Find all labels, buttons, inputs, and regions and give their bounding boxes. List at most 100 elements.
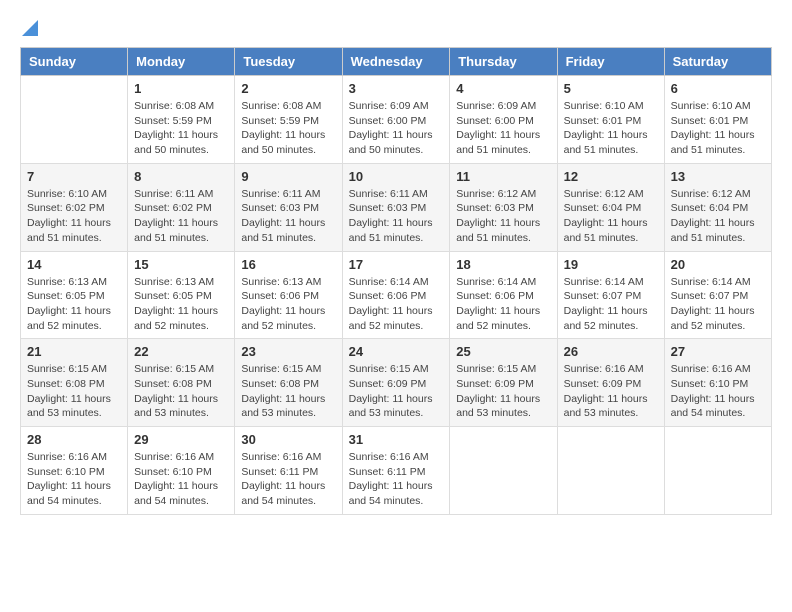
day-info: Sunrise: 6:11 AM Sunset: 6:03 PM Dayligh… [241,187,335,246]
calendar-day-header: Sunday [21,48,128,76]
day-number: 26 [564,344,658,359]
day-number: 29 [134,432,228,447]
day-number: 28 [27,432,121,447]
day-info: Sunrise: 6:16 AM Sunset: 6:11 PM Dayligh… [349,450,444,509]
day-info: Sunrise: 6:10 AM Sunset: 6:01 PM Dayligh… [564,99,658,158]
calendar-week-row: 1 Sunrise: 6:08 AM Sunset: 5:59 PM Daylig… [21,76,772,164]
day-info: Sunrise: 6:10 AM Sunset: 6:01 PM Dayligh… [671,99,765,158]
calendar-cell [664,427,771,515]
day-number: 17 [349,257,444,272]
calendar-cell: 3 Sunrise: 6:09 AM Sunset: 6:00 PM Daylig… [342,76,450,164]
calendar-cell: 9Sunrise: 6:11 AM Sunset: 6:03 PM Daylig… [235,163,342,251]
day-number: 19 [564,257,658,272]
day-number: 27 [671,344,765,359]
calendar-cell: 29 Sunrise: 6:16 AM Sunset: 6:10 PM Dayli… [128,427,235,515]
day-info: Sunrise: 6:08 AM Sunset: 5:59 PM Dayligh… [241,99,335,158]
calendar-day-header: Wednesday [342,48,450,76]
day-info: Sunrise: 6:16 AM Sunset: 6:09 PM Dayligh… [564,362,658,421]
day-number: 6 [671,81,765,96]
day-number: 25 [456,344,550,359]
day-number: 18 [456,257,550,272]
calendar-week-row: 28 Sunrise: 6:16 AM Sunset: 6:10 PM Dayli… [21,427,772,515]
calendar-cell: 23 Sunrise: 6:15 AM Sunset: 6:08 PM Dayli… [235,339,342,427]
day-number: 1 [134,81,228,96]
calendar-day-header: Monday [128,48,235,76]
day-number: 10 [349,169,444,184]
calendar-day-header: Friday [557,48,664,76]
header [20,20,772,37]
calendar-day-header: Thursday [450,48,557,76]
calendar-cell: 22 Sunrise: 6:15 AM Sunset: 6:08 PM Dayli… [128,339,235,427]
calendar-cell: 14 Sunrise: 6:13 AM Sunset: 6:05 PM Dayli… [21,251,128,339]
day-info: Sunrise: 6:16 AM Sunset: 6:11 PM Dayligh… [241,450,335,509]
calendar-cell [557,427,664,515]
day-number: 15 [134,257,228,272]
day-number: 11 [456,169,550,184]
calendar-cell: 12Sunrise: 6:12 AM Sunset: 6:04 PM Dayli… [557,163,664,251]
calendar-cell: 11Sunrise: 6:12 AM Sunset: 6:03 PM Dayli… [450,163,557,251]
day-number: 8 [134,169,228,184]
day-info: Sunrise: 6:15 AM Sunset: 6:09 PM Dayligh… [456,362,550,421]
day-number: 7 [27,169,121,184]
calendar-cell: 19 Sunrise: 6:14 AM Sunset: 6:07 PM Dayli… [557,251,664,339]
calendar-cell: 8 Sunrise: 6:11 AM Sunset: 6:02 PM Daylig… [128,163,235,251]
calendar-day-header: Tuesday [235,48,342,76]
day-info: Sunrise: 6:09 AM Sunset: 6:00 PM Dayligh… [349,99,444,158]
calendar-cell: 24 Sunrise: 6:15 AM Sunset: 6:09 PM Dayli… [342,339,450,427]
day-number: 24 [349,344,444,359]
calendar-cell: 4 Sunrise: 6:09 AM Sunset: 6:00 PM Daylig… [450,76,557,164]
day-number: 4 [456,81,550,96]
calendar-cell: 18 Sunrise: 6:14 AM Sunset: 6:06 PM Dayli… [450,251,557,339]
day-number: 23 [241,344,335,359]
day-info: Sunrise: 6:11 AM Sunset: 6:02 PM Dayligh… [134,187,228,246]
calendar-cell: 6 Sunrise: 6:10 AM Sunset: 6:01 PM Daylig… [664,76,771,164]
day-number: 22 [134,344,228,359]
day-number: 14 [27,257,121,272]
day-number: 30 [241,432,335,447]
day-info: Sunrise: 6:16 AM Sunset: 6:10 PM Dayligh… [27,450,121,509]
day-number: 20 [671,257,765,272]
calendar-cell: 16Sunrise: 6:13 AM Sunset: 6:06 PM Dayli… [235,251,342,339]
day-number: 12 [564,169,658,184]
calendar-cell: 26 Sunrise: 6:16 AM Sunset: 6:09 PM Dayli… [557,339,664,427]
day-number: 21 [27,344,121,359]
day-info: Sunrise: 6:13 AM Sunset: 6:05 PM Dayligh… [27,275,121,334]
logo [20,20,38,37]
calendar-cell: 31 Sunrise: 6:16 AM Sunset: 6:11 PM Dayli… [342,427,450,515]
calendar-cell: 20Sunrise: 6:14 AM Sunset: 6:07 PM Dayli… [664,251,771,339]
day-info: Sunrise: 6:13 AM Sunset: 6:05 PM Dayligh… [134,275,228,334]
day-info: Sunrise: 6:16 AM Sunset: 6:10 PM Dayligh… [134,450,228,509]
calendar-body: 1 Sunrise: 6:08 AM Sunset: 5:59 PM Daylig… [21,76,772,515]
calendar-cell: 1 Sunrise: 6:08 AM Sunset: 5:59 PM Daylig… [128,76,235,164]
day-info: Sunrise: 6:10 AM Sunset: 6:02 PM Dayligh… [27,187,121,246]
day-info: Sunrise: 6:14 AM Sunset: 6:06 PM Dayligh… [456,275,550,334]
calendar-week-row: 7 Sunrise: 6:10 AM Sunset: 6:02 PM Daylig… [21,163,772,251]
calendar-cell: 13Sunrise: 6:12 AM Sunset: 6:04 PM Dayli… [664,163,771,251]
day-info: Sunrise: 6:15 AM Sunset: 6:08 PM Dayligh… [241,362,335,421]
calendar-cell: 7 Sunrise: 6:10 AM Sunset: 6:02 PM Daylig… [21,163,128,251]
day-number: 3 [349,81,444,96]
logo-arrow-icon [22,20,38,41]
day-info: Sunrise: 6:15 AM Sunset: 6:08 PM Dayligh… [134,362,228,421]
day-number: 16 [241,257,335,272]
day-info: Sunrise: 6:08 AM Sunset: 5:59 PM Dayligh… [134,99,228,158]
calendar-cell: 5 Sunrise: 6:10 AM Sunset: 6:01 PM Daylig… [557,76,664,164]
calendar-cell: 2 Sunrise: 6:08 AM Sunset: 5:59 PM Daylig… [235,76,342,164]
calendar-table: SundayMondayTuesdayWednesdayThursdayFrid… [20,47,772,515]
day-info: Sunrise: 6:09 AM Sunset: 6:00 PM Dayligh… [456,99,550,158]
calendar-cell [21,76,128,164]
day-info: Sunrise: 6:14 AM Sunset: 6:07 PM Dayligh… [564,275,658,334]
calendar-day-header: Saturday [664,48,771,76]
calendar-week-row: 21 Sunrise: 6:15 AM Sunset: 6:08 PM Dayli… [21,339,772,427]
calendar-cell [450,427,557,515]
calendar-cell: 21 Sunrise: 6:15 AM Sunset: 6:08 PM Dayli… [21,339,128,427]
day-info: Sunrise: 6:11 AM Sunset: 6:03 PM Dayligh… [349,187,444,246]
day-number: 5 [564,81,658,96]
day-number: 31 [349,432,444,447]
day-info: Sunrise: 6:15 AM Sunset: 6:08 PM Dayligh… [27,362,121,421]
calendar-cell: 28 Sunrise: 6:16 AM Sunset: 6:10 PM Dayli… [21,427,128,515]
calendar-week-row: 14 Sunrise: 6:13 AM Sunset: 6:05 PM Dayli… [21,251,772,339]
day-number: 2 [241,81,335,96]
day-info: Sunrise: 6:15 AM Sunset: 6:09 PM Dayligh… [349,362,444,421]
day-info: Sunrise: 6:12 AM Sunset: 6:04 PM Dayligh… [671,187,765,246]
